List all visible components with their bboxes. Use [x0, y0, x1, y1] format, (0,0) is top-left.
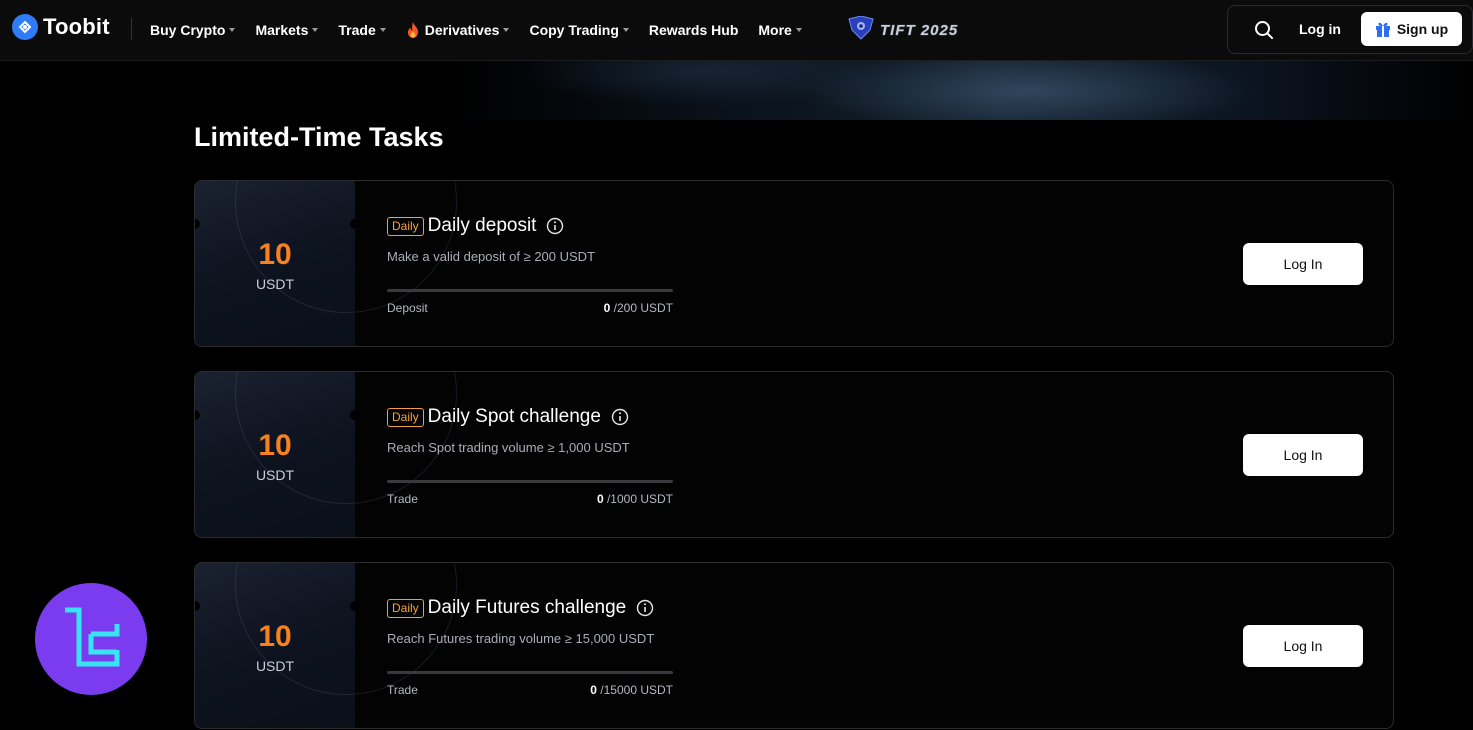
chevron-down-icon: [622, 28, 629, 32]
info-icon[interactable]: [611, 408, 629, 426]
hero-banner-image: [0, 61, 1473, 120]
chevron-down-icon: [503, 28, 510, 32]
task-title: Daily Futures challenge: [427, 597, 627, 618]
search-icon[interactable]: [1254, 20, 1274, 40]
daily-badge: Daily: [387, 407, 424, 427]
daily-badge: Daily: [387, 216, 424, 236]
reward-amount: 10: [258, 429, 292, 462]
chevron-down-icon: [229, 28, 236, 32]
nav-item-label: Rewards Hub: [648, 22, 739, 38]
task-card-daily-spot-challenge: 10 USDT Daily Daily Spot challenge Reach…: [194, 371, 1394, 538]
progress-bar: [387, 480, 673, 483]
progress-bar: [387, 671, 673, 674]
reward-coupon: 10 USDT: [195, 181, 457, 346]
gift-icon: [1375, 21, 1391, 37]
nav-item-label: Markets: [255, 22, 309, 38]
nav-item-copy-trading[interactable]: Copy Trading: [529, 22, 629, 38]
info-icon[interactable]: [546, 217, 564, 235]
coupon-notch: [195, 219, 200, 229]
chevron-down-icon: [379, 28, 386, 32]
section-title: Limited-Time Tasks: [194, 122, 444, 152]
reward-unit: USDT: [255, 658, 295, 674]
progress-target: /15000 USDT: [596, 683, 673, 697]
task-description: Reach Futures trading volume ≥ 15,000 US…: [387, 631, 655, 646]
task-description: Make a valid deposit of ≥ 200 USDT: [387, 249, 596, 264]
toobit-logo-icon: [12, 14, 38, 40]
progress-current: 0: [596, 492, 604, 506]
nav-item-rewards-hub[interactable]: Rewards Hub: [649, 22, 738, 38]
task-title: Daily deposit: [427, 215, 537, 236]
task-header: Daily Daily Futures challenge: [387, 597, 654, 619]
fire-icon: [406, 22, 420, 38]
task-header: Daily Daily Spot challenge: [387, 406, 629, 428]
nav-item-trade[interactable]: Trade: [338, 22, 386, 38]
task-description: Reach Spot trading volume ≥ 1,000 USDT: [387, 440, 630, 455]
chevron-down-icon: [795, 28, 802, 32]
task-card-daily-futures-challenge: 10 USDT Daily Daily Futures challenge Re…: [194, 562, 1394, 729]
signup-button[interactable]: Sign up: [1361, 12, 1462, 46]
chevron-down-icon: [312, 28, 319, 32]
top-navbar: Toobit Buy Crypto Markets Trade Derivati…: [0, 0, 1473, 61]
reward-unit: USDT: [255, 276, 295, 292]
progress-count: 0 /1000 USDT: [387, 492, 673, 506]
task-login-button[interactable]: Log In: [1243, 434, 1363, 476]
event-badge-text: TIFT 2025: [880, 22, 959, 39]
auth-area: Log in Sign up: [1227, 5, 1473, 54]
nav-item-label: Copy Trading: [529, 22, 619, 38]
coupon-notch: [350, 219, 360, 229]
reward-coupon: 10 USDT: [195, 372, 457, 537]
reward-unit: USDT: [255, 467, 295, 483]
watermark-logo-icon: [35, 583, 147, 695]
info-icon[interactable]: [636, 599, 654, 617]
task-title: Daily Spot challenge: [427, 406, 601, 427]
reward-amount: 10: [258, 620, 292, 653]
signup-button-label: Sign up: [1396, 21, 1449, 37]
task-header: Daily Daily deposit: [387, 215, 564, 237]
reward-amount: 10: [258, 238, 292, 271]
login-link[interactable]: Log in: [1299, 21, 1341, 37]
nav-item-label: Trade: [338, 22, 376, 38]
nav-menu: Buy Crypto Markets Trade Derivatives Cop…: [150, 0, 822, 60]
progress-target: /1000 USDT: [603, 492, 673, 506]
nav-divider: [131, 18, 132, 40]
task-card-daily-deposit: 10 USDT Daily Daily deposit Make a valid…: [194, 180, 1394, 347]
coupon-notch: [350, 410, 360, 420]
task-login-button[interactable]: Log In: [1243, 243, 1363, 285]
tift-shield-icon: [848, 15, 874, 45]
nav-item-markets[interactable]: Markets: [255, 22, 319, 38]
coupon-notch: [350, 601, 360, 611]
coupon-notch: [195, 410, 200, 420]
progress-bar: [387, 289, 673, 292]
event-banner-link[interactable]: TIFT 2025: [848, 15, 959, 45]
nav-item-label: Buy Crypto: [150, 22, 226, 38]
nav-item-more[interactable]: More: [758, 22, 802, 38]
reward-coupon: 10 USDT: [195, 563, 457, 728]
brand-logo[interactable]: Toobit: [12, 14, 110, 40]
task-login-button[interactable]: Log In: [1243, 625, 1363, 667]
daily-badge: Daily: [387, 598, 424, 618]
brand-name: Toobit: [43, 14, 110, 39]
progress-count: 0 /200 USDT: [387, 301, 673, 315]
progress-target: /200 USDT: [610, 301, 673, 315]
coupon-notch: [195, 601, 200, 611]
nav-item-buy-crypto[interactable]: Buy Crypto: [150, 22, 236, 38]
progress-current: 0: [590, 683, 597, 697]
nav-item-derivatives[interactable]: Derivatives: [406, 22, 510, 38]
progress-count: 0 /15000 USDT: [387, 683, 673, 697]
nav-item-label: Derivatives: [424, 22, 500, 38]
nav-item-label: More: [758, 22, 792, 38]
